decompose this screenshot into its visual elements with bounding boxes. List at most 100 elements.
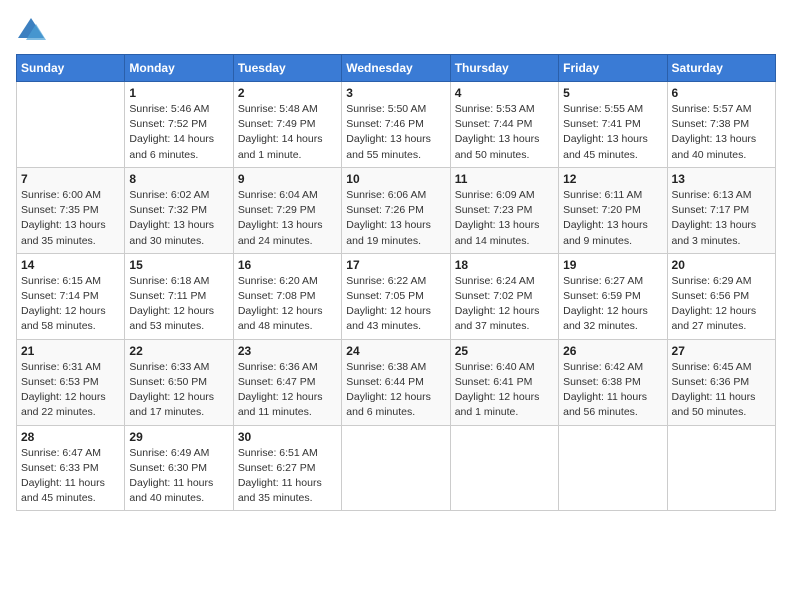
day-number: 17 [346,258,445,272]
day-info: Sunrise: 5:57 AM Sunset: 7:38 PM Dayligh… [672,102,771,163]
day-info: Sunrise: 6:11 AM Sunset: 7:20 PM Dayligh… [563,188,662,249]
weekday-header-cell: Thursday [450,55,558,82]
weekday-header-cell: Monday [125,55,233,82]
calendar-cell: 26 Sunrise: 6:42 AM Sunset: 6:38 PM Dayli… [559,339,667,425]
calendar-week-row: 1 Sunrise: 5:46 AM Sunset: 7:52 PM Daylig… [17,82,776,168]
logo [16,16,50,44]
day-info: Sunrise: 6:02 AM Sunset: 7:32 PM Dayligh… [129,188,228,249]
day-number: 6 [672,86,771,100]
day-number: 13 [672,172,771,186]
calendar-cell: 4 Sunrise: 5:53 AM Sunset: 7:44 PM Daylig… [450,82,558,168]
day-number: 28 [21,430,120,444]
calendar-body: 1 Sunrise: 5:46 AM Sunset: 7:52 PM Daylig… [17,82,776,511]
weekday-header-row: SundayMondayTuesdayWednesdayThursdayFrid… [17,55,776,82]
day-info: Sunrise: 6:24 AM Sunset: 7:02 PM Dayligh… [455,274,554,335]
logo-icon [16,16,46,44]
day-number: 22 [129,344,228,358]
calendar-cell: 24 Sunrise: 6:38 AM Sunset: 6:44 PM Dayli… [342,339,450,425]
calendar-cell: 1 Sunrise: 5:46 AM Sunset: 7:52 PM Daylig… [125,82,233,168]
calendar-cell [17,82,125,168]
day-info: Sunrise: 6:49 AM Sunset: 6:30 PM Dayligh… [129,446,228,507]
day-info: Sunrise: 6:33 AM Sunset: 6:50 PM Dayligh… [129,360,228,421]
day-info: Sunrise: 6:27 AM Sunset: 6:59 PM Dayligh… [563,274,662,335]
day-info: Sunrise: 5:48 AM Sunset: 7:49 PM Dayligh… [238,102,337,163]
day-info: Sunrise: 5:55 AM Sunset: 7:41 PM Dayligh… [563,102,662,163]
day-number: 27 [672,344,771,358]
day-number: 9 [238,172,337,186]
weekday-header-cell: Saturday [667,55,775,82]
day-number: 8 [129,172,228,186]
calendar-cell: 25Sunrise: 6:40 AM Sunset: 6:41 PM Dayli… [450,339,558,425]
calendar-table: SundayMondayTuesdayWednesdayThursdayFrid… [16,54,776,511]
page-header [16,16,776,44]
day-number: 18 [455,258,554,272]
day-info: Sunrise: 6:09 AM Sunset: 7:23 PM Dayligh… [455,188,554,249]
day-number: 3 [346,86,445,100]
calendar-cell: 5 Sunrise: 5:55 AM Sunset: 7:41 PM Daylig… [559,82,667,168]
calendar-cell: 28 Sunrise: 6:47 AM Sunset: 6:33 PM Dayli… [17,425,125,511]
day-info: Sunrise: 6:38 AM Sunset: 6:44 PM Dayligh… [346,360,445,421]
calendar-cell: 22 Sunrise: 6:33 AM Sunset: 6:50 PM Dayli… [125,339,233,425]
calendar-cell: 18 Sunrise: 6:24 AM Sunset: 7:02 PM Dayli… [450,253,558,339]
weekday-header-cell: Sunday [17,55,125,82]
day-info: Sunrise: 6:00 AM Sunset: 7:35 PM Dayligh… [21,188,120,249]
day-number: 24 [346,344,445,358]
day-info: Sunrise: 6:31 AM Sunset: 6:53 PM Dayligh… [21,360,120,421]
day-info: Sunrise: 6:20 AM Sunset: 7:08 PM Dayligh… [238,274,337,335]
calendar-header: SundayMondayTuesdayWednesdayThursdayFrid… [17,55,776,82]
calendar-cell: 2 Sunrise: 5:48 AM Sunset: 7:49 PM Daylig… [233,82,341,168]
day-number: 21 [21,344,120,358]
day-number: 15 [129,258,228,272]
calendar-cell: 14Sunrise: 6:15 AM Sunset: 7:14 PM Dayli… [17,253,125,339]
calendar-cell: 16 Sunrise: 6:20 AM Sunset: 7:08 PM Dayli… [233,253,341,339]
day-number: 7 [21,172,120,186]
day-info: Sunrise: 6:18 AM Sunset: 7:11 PM Dayligh… [129,274,228,335]
calendar-cell: 7 Sunrise: 6:00 AM Sunset: 7:35 PM Daylig… [17,167,125,253]
day-number: 14 [21,258,120,272]
day-number: 1 [129,86,228,100]
calendar-cell: 19Sunrise: 6:27 AM Sunset: 6:59 PM Dayli… [559,253,667,339]
calendar-cell: 13 Sunrise: 6:13 AM Sunset: 7:17 PM Dayli… [667,167,775,253]
day-number: 12 [563,172,662,186]
calendar-cell [450,425,558,511]
calendar-week-row: 21 Sunrise: 6:31 AM Sunset: 6:53 PM Dayli… [17,339,776,425]
calendar-cell: 3Sunrise: 5:50 AM Sunset: 7:46 PM Daylig… [342,82,450,168]
calendar-week-row: 28 Sunrise: 6:47 AM Sunset: 6:33 PM Dayli… [17,425,776,511]
calendar-cell [342,425,450,511]
day-number: 11 [455,172,554,186]
day-number: 5 [563,86,662,100]
day-info: Sunrise: 6:36 AM Sunset: 6:47 PM Dayligh… [238,360,337,421]
day-number: 20 [672,258,771,272]
day-number: 26 [563,344,662,358]
weekday-header-cell: Friday [559,55,667,82]
day-info: Sunrise: 6:45 AM Sunset: 6:36 PM Dayligh… [672,360,771,421]
day-number: 30 [238,430,337,444]
day-info: Sunrise: 5:53 AM Sunset: 7:44 PM Dayligh… [455,102,554,163]
calendar-cell: 21 Sunrise: 6:31 AM Sunset: 6:53 PM Dayli… [17,339,125,425]
day-info: Sunrise: 6:47 AM Sunset: 6:33 PM Dayligh… [21,446,120,507]
calendar-cell: 17 Sunrise: 6:22 AM Sunset: 7:05 PM Dayli… [342,253,450,339]
day-info: Sunrise: 6:40 AM Sunset: 6:41 PM Dayligh… [455,360,554,421]
day-info: Sunrise: 6:42 AM Sunset: 6:38 PM Dayligh… [563,360,662,421]
day-number: 23 [238,344,337,358]
day-number: 16 [238,258,337,272]
weekday-header-cell: Wednesday [342,55,450,82]
day-number: 2 [238,86,337,100]
calendar-cell: 30 Sunrise: 6:51 AM Sunset: 6:27 PM Dayli… [233,425,341,511]
calendar-cell: 29Sunrise: 6:49 AM Sunset: 6:30 PM Dayli… [125,425,233,511]
calendar-cell: 8 Sunrise: 6:02 AM Sunset: 7:32 PM Daylig… [125,167,233,253]
calendar-cell [559,425,667,511]
day-info: Sunrise: 5:46 AM Sunset: 7:52 PM Dayligh… [129,102,228,163]
calendar-cell: 27 Sunrise: 6:45 AM Sunset: 6:36 PM Dayli… [667,339,775,425]
day-number: 10 [346,172,445,186]
day-info: Sunrise: 6:13 AM Sunset: 7:17 PM Dayligh… [672,188,771,249]
day-info: Sunrise: 6:06 AM Sunset: 7:26 PM Dayligh… [346,188,445,249]
day-info: Sunrise: 6:51 AM Sunset: 6:27 PM Dayligh… [238,446,337,507]
day-number: 4 [455,86,554,100]
calendar-cell [667,425,775,511]
day-info: Sunrise: 6:29 AM Sunset: 6:56 PM Dayligh… [672,274,771,335]
calendar-cell: 10 Sunrise: 6:06 AM Sunset: 7:26 PM Dayli… [342,167,450,253]
calendar-week-row: 14Sunrise: 6:15 AM Sunset: 7:14 PM Dayli… [17,253,776,339]
calendar-cell: 6 Sunrise: 5:57 AM Sunset: 7:38 PM Daylig… [667,82,775,168]
day-info: Sunrise: 6:22 AM Sunset: 7:05 PM Dayligh… [346,274,445,335]
